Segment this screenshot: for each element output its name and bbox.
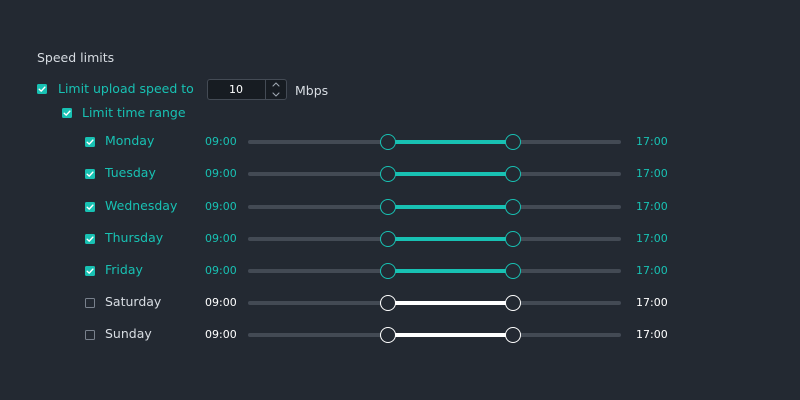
start-time-wednesday: 09:00: [205, 200, 237, 213]
end-handle-saturday[interactable]: [505, 295, 521, 311]
start-time-saturday: 09:00: [205, 296, 237, 309]
limit-upload-checkbox[interactable]: [37, 84, 47, 94]
end-time-sunday: 17:00: [636, 328, 668, 341]
end-handle-sunday[interactable]: [505, 327, 521, 343]
section-title: Speed limits: [37, 50, 115, 65]
stepper-down-button[interactable]: [266, 90, 286, 99]
start-time-tuesday: 09:00: [205, 167, 237, 180]
day-checkbox-thursday[interactable]: [85, 234, 95, 244]
checkmark-icon: [38, 86, 46, 92]
start-handle-saturday[interactable]: [380, 295, 396, 311]
checkmark-icon: [86, 204, 94, 210]
time-slider-range-sunday: [388, 333, 513, 337]
end-time-monday: 17:00: [636, 135, 668, 148]
start-handle-monday[interactable]: [380, 134, 396, 150]
end-time-saturday: 17:00: [636, 296, 668, 309]
speed-unit-label: Mbps: [295, 83, 329, 98]
end-time-friday: 17:00: [636, 264, 668, 277]
end-time-wednesday: 17:00: [636, 200, 668, 213]
checkmark-icon: [86, 139, 94, 145]
time-slider-range-monday: [388, 140, 513, 144]
day-label-tuesday[interactable]: Tuesday: [105, 166, 156, 180]
end-handle-wednesday[interactable]: [505, 199, 521, 215]
checkmark-icon: [63, 110, 71, 116]
day-checkbox-sunday[interactable]: [85, 330, 95, 340]
stepper-up-button[interactable]: [266, 80, 286, 89]
chevron-down-icon: [272, 92, 280, 97]
day-checkbox-tuesday[interactable]: [85, 169, 95, 179]
chevron-up-icon: [272, 82, 280, 87]
time-slider-range-wednesday: [388, 205, 513, 209]
limit-time-range-checkbox[interactable]: [62, 108, 72, 118]
day-label-sunday[interactable]: Sunday: [105, 327, 152, 341]
start-time-friday: 09:00: [205, 264, 237, 277]
time-slider-range-thursday: [388, 237, 513, 241]
time-slider-range-friday: [388, 269, 513, 273]
day-label-wednesday[interactable]: Wednesday: [105, 199, 177, 213]
day-label-saturday[interactable]: Saturday: [105, 295, 161, 309]
end-time-thursday: 17:00: [636, 232, 668, 245]
day-checkbox-saturday[interactable]: [85, 298, 95, 308]
start-time-monday: 09:00: [205, 135, 237, 148]
end-handle-monday[interactable]: [505, 134, 521, 150]
day-label-friday[interactable]: Friday: [105, 263, 143, 277]
day-label-thursday[interactable]: Thursday: [105, 231, 163, 245]
day-checkbox-monday[interactable]: [85, 137, 95, 147]
checkmark-icon: [86, 236, 94, 242]
start-handle-wednesday[interactable]: [380, 199, 396, 215]
end-handle-friday[interactable]: [505, 263, 521, 279]
start-time-sunday: 09:00: [205, 328, 237, 341]
time-slider-range-saturday: [388, 301, 513, 305]
limit-time-range-label[interactable]: Limit time range: [82, 106, 186, 120]
start-time-thursday: 09:00: [205, 232, 237, 245]
start-handle-sunday[interactable]: [380, 327, 396, 343]
day-checkbox-wednesday[interactable]: [85, 202, 95, 212]
time-slider-range-tuesday: [388, 172, 513, 176]
checkmark-icon: [86, 171, 94, 177]
upload-speed-input[interactable]: 10: [208, 80, 264, 99]
end-time-tuesday: 17:00: [636, 167, 668, 180]
end-handle-thursday[interactable]: [505, 231, 521, 247]
day-checkbox-friday[interactable]: [85, 266, 95, 276]
day-label-monday[interactable]: Monday: [105, 134, 154, 148]
start-handle-tuesday[interactable]: [380, 166, 396, 182]
checkmark-icon: [86, 268, 94, 274]
start-handle-friday[interactable]: [380, 263, 396, 279]
limit-upload-label[interactable]: Limit upload speed to: [58, 82, 194, 96]
start-handle-thursday[interactable]: [380, 231, 396, 247]
end-handle-tuesday[interactable]: [505, 166, 521, 182]
upload-speed-stepper[interactable]: 10: [207, 79, 287, 100]
